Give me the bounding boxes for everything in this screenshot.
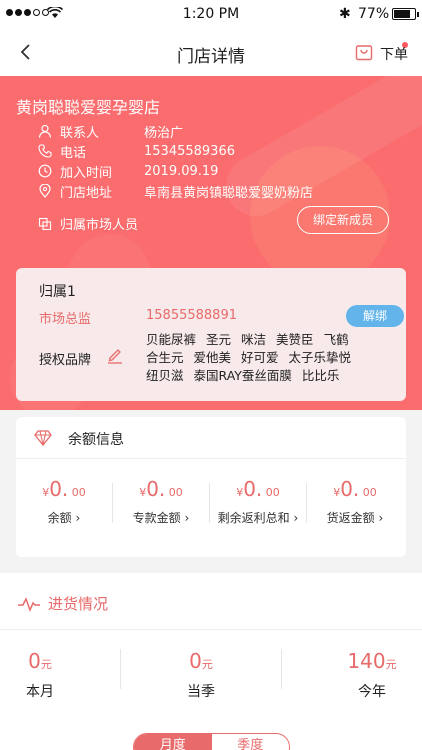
goods-return-amount: ¥0. 00 [333, 477, 377, 501]
contact-row: 联系人 杨治广 [38, 122, 184, 141]
phone-label: 电话 [60, 145, 87, 161]
brand-item: 纽贝滋 [146, 368, 184, 383]
brand-item: 美赞臣 [276, 332, 314, 347]
phone-row: 电话 15345589366 [38, 142, 235, 161]
battery-percent: 77% [358, 6, 390, 22]
unbind-button[interactable]: 解绑 [346, 305, 404, 327]
pulse-icon [18, 596, 40, 612]
battery-icon [392, 8, 419, 20]
address-label: 门店地址 [60, 185, 113, 201]
goods-return-label: 货返金额 › [326, 511, 384, 525]
order-bag-icon[interactable] [355, 43, 373, 61]
join-time-label: 加入时间 [60, 165, 113, 181]
clock-icon [38, 164, 52, 178]
order-button[interactable]: 下单 [380, 44, 408, 64]
location-pin-icon [39, 184, 51, 198]
bind-new-member-button[interactable]: 绑定新成员 [297, 206, 389, 234]
bluetooth-icon: ✱ [339, 6, 351, 22]
brand-item: 太子乐挚悦 [288, 350, 352, 365]
balance-header: 余额信息 [16, 417, 406, 459]
belong-card: 归属1 市场总监 15855588891 解绑 授权品牌 贝能尿裤 圣元 咪洁 美赞臣… [16, 268, 406, 401]
quarter-label: 当季 [187, 684, 215, 700]
brand-item: 泰国RAY蚕丝面膜 [193, 368, 292, 383]
tab-monthly[interactable]: 月度 [134, 734, 212, 750]
rebate-total-item[interactable]: ¥0. 00 剩余返利总和 › [210, 477, 306, 537]
address-row: 门店地址 阜南县黄岗镇聪聪爱婴奶粉店 [38, 182, 314, 201]
phone-value[interactable]: 15345589366 [144, 144, 235, 159]
brand-item: 咪洁 [241, 332, 267, 347]
brand-item: 爱他美 [193, 350, 232, 365]
page: 1:20 PM ✱ 77% 门店详情 下单 黄岗聪聪爱婴孕婴店 联系人 杨治广 … [0, 0, 422, 750]
special-fund-item[interactable]: ¥0. 00 专款金额 › [113, 477, 209, 537]
balance-item[interactable]: ¥0. 00 余额 › [16, 477, 112, 537]
month-label: 本月 [26, 684, 54, 700]
year-value: 140元 [347, 649, 397, 673]
goods-return-item[interactable]: ¥0. 00 货返金额 › [307, 477, 403, 537]
belong-title: 归属1 [39, 284, 76, 300]
brand-item: 合生元 [146, 350, 184, 365]
supervisor-label: 市场总监 [39, 312, 92, 327]
balance-label: 余额 › [47, 511, 81, 525]
purchase-title: 进货情况 [48, 595, 109, 613]
copy-icon [38, 217, 52, 230]
store-name: 黄岗聪聪爱婴孕婴店 [16, 98, 161, 117]
diamond-icon [34, 430, 52, 446]
brand-item: 好可爱 [241, 350, 279, 365]
phone-icon [38, 144, 52, 158]
brand-item: 贝能尿裤 [146, 332, 197, 347]
address-value: 阜南县黄岗镇聪聪爱婴奶粉店 [144, 185, 314, 201]
tab-quarterly[interactable]: 季度 [212, 734, 290, 750]
quarter-purchase: 0元 当季 [131, 649, 271, 701]
contact-label: 联系人 [60, 125, 100, 141]
brand-item: 比比乐 [301, 368, 340, 383]
rebate-total-label: 剩余返利总和 › [217, 511, 299, 525]
balance-title: 余额信息 [68, 432, 124, 448]
market-staff-row: 归属市场人员 [38, 214, 138, 233]
edit-pencil-icon[interactable] [107, 346, 123, 364]
brand-item: 圣元 [206, 332, 232, 347]
balance-card: 余额信息 ¥0. 00 余额 › ¥0. 00 专款金额 › ¥0. 00 剩余… [16, 417, 406, 557]
supervisor-phone[interactable]: 15855588891 [146, 308, 237, 323]
join-time-value: 2019.09.19 [144, 163, 219, 179]
special-fund-label: 专款金额 › [132, 511, 190, 525]
divider [281, 649, 282, 689]
quarter-value: 0元 [189, 649, 213, 673]
balance-amount: ¥0. 00 [42, 477, 86, 501]
nav-bar: 门店详情 下单 [0, 30, 422, 76]
contact-value: 杨治广 [144, 125, 184, 141]
special-fund-amount: ¥0. 00 [139, 477, 183, 501]
purchase-header: 进货情况 [18, 593, 108, 614]
join-time-row: 加入时间 2019.09.19 [38, 162, 219, 181]
brand-item: 飞鹤 [323, 332, 349, 347]
year-purchase: 140元 今年 [302, 649, 422, 701]
purchase-section: 进货情况 0元 本月 0元 当季 140元 今年 月度 季度 [0, 573, 422, 750]
month-value: 0元 [28, 649, 52, 673]
brand-list: 贝能尿裤 圣元 咪洁 美赞臣 飞鹤 合生元 爱他美 好可爱 太子乐挚悦 纽贝滋 泰国RAY蚕丝面… [146, 331, 366, 385]
status-bar: 1:20 PM ✱ 77% [0, 0, 422, 30]
year-label: 今年 [358, 684, 386, 700]
month-purchase: 0元 本月 [0, 649, 110, 701]
rebate-total-amount: ¥0. 00 [236, 477, 280, 501]
market-staff-label: 归属市场人员 [60, 218, 139, 233]
person-icon [38, 124, 52, 138]
period-tabs: 月度 季度 [133, 733, 290, 750]
authorized-brands-label: 授权品牌 [39, 353, 92, 368]
divider [120, 649, 121, 689]
divider [0, 629, 422, 630]
